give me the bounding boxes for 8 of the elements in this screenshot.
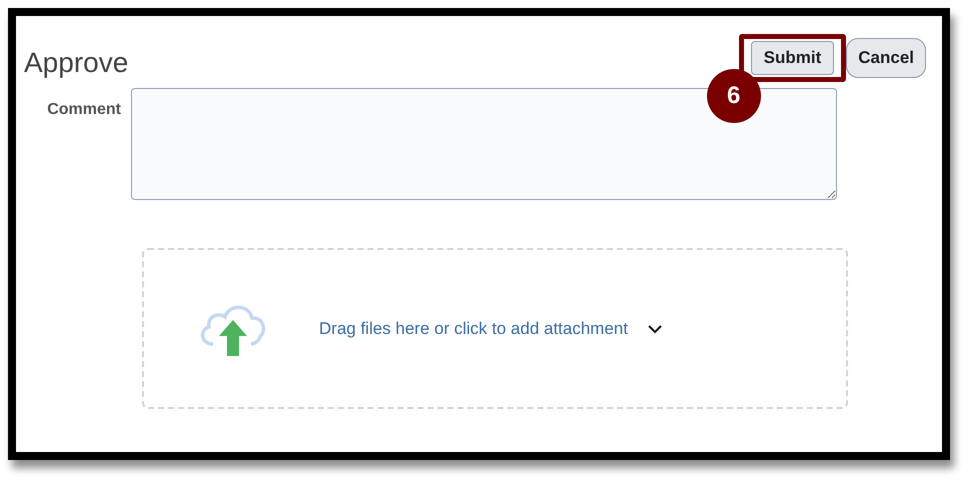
page-title: Approve [24, 46, 128, 80]
submit-button[interactable]: Submit [750, 41, 834, 75]
chevron-down-icon[interactable] [646, 324, 663, 334]
comment-field[interactable] [131, 88, 837, 200]
dropzone-text: Drag files here or click to add attachment [319, 318, 628, 340]
attachment-dropzone[interactable]: Drag files here or click to add attachment [142, 248, 848, 409]
comment-label: Comment [47, 100, 121, 120]
cancel-button[interactable]: Cancel [846, 38, 926, 78]
